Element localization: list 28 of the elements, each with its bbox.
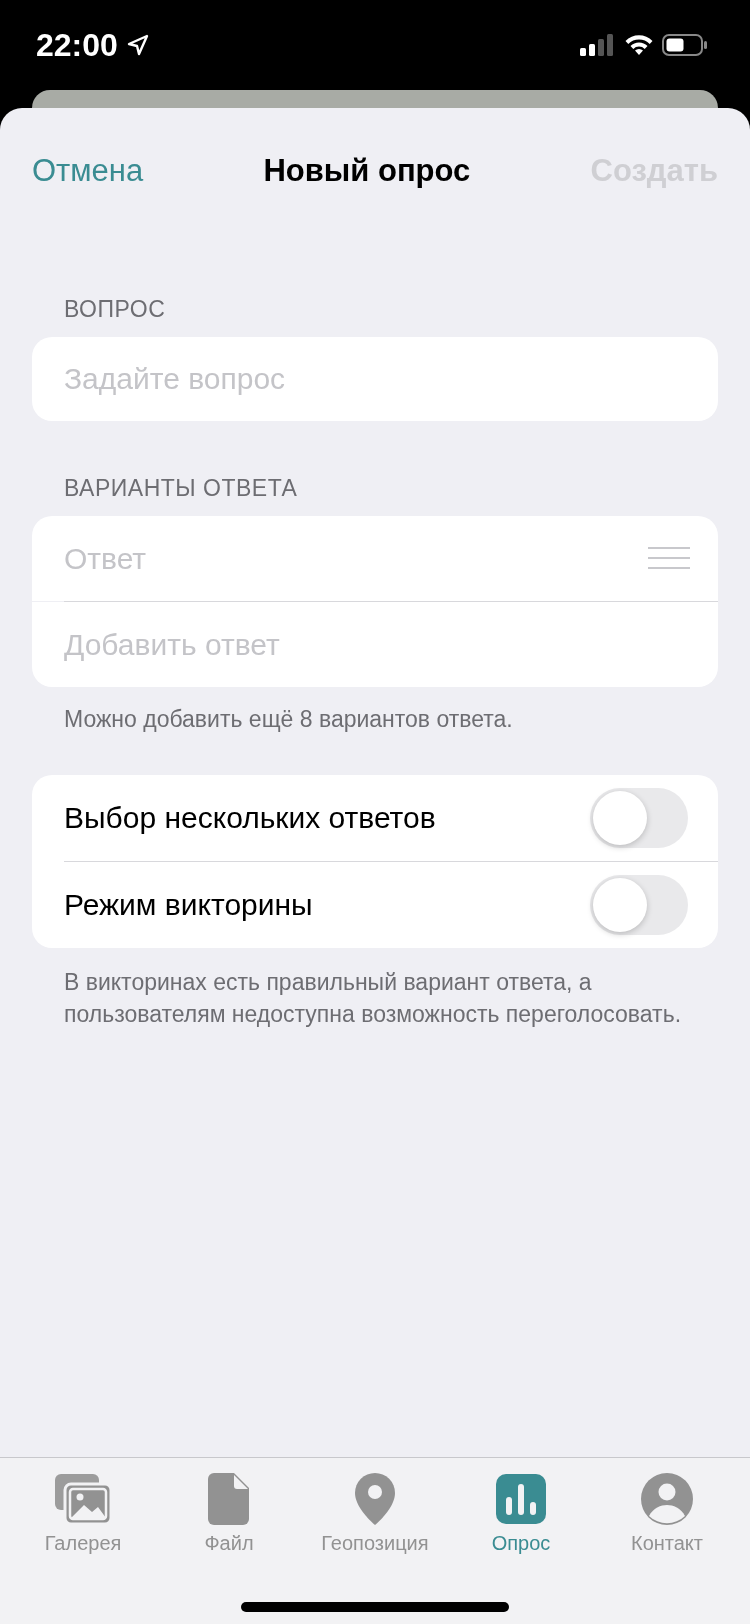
cancel-button[interactable]: Отмена: [32, 153, 144, 189]
location-arrow-icon: [125, 33, 150, 57]
hint-text: Можно добавить ещё 8 вариантов ответа.: [64, 705, 514, 734]
tab-item[interactable]: Контакт: [597, 1472, 737, 1624]
toggle-label: Режим викторины: [64, 888, 313, 923]
wifi-icon: [624, 34, 654, 56]
section-header: ВОПРОС: [64, 296, 167, 323]
bar-chart-icon: [496, 1472, 546, 1526]
question-field[interactable]: Задайте вопрос: [32, 337, 718, 421]
photos-icon: [53, 1472, 113, 1526]
toggle-switch[interactable]: [590, 875, 688, 936]
toggle-switch[interactable]: [590, 788, 688, 849]
status-time: 22:00: [36, 26, 118, 64]
tab-item[interactable]: Геопозиция: [305, 1472, 445, 1624]
toggle-label: Выбор нескольких ответов: [64, 801, 436, 836]
answer-field[interactable]: Ответ: [32, 516, 718, 601]
footnote-text: В викторинах есть правильный вариант ответа, а пользователям недоступна возможность переголосовать.: [64, 968, 683, 1030]
battery-icon: [662, 34, 708, 56]
sheet-title: Новый опрос: [263, 153, 471, 189]
reorder-icon[interactable]: [648, 546, 690, 570]
file-icon: [208, 1472, 250, 1526]
tab-item[interactable]: Галерея: [13, 1472, 153, 1624]
person-icon: [640, 1472, 694, 1526]
section-header: ВАРИАНТЫ ОТВЕТА: [64, 475, 299, 502]
answer-field[interactable]: Добавить ответ: [32, 602, 718, 687]
map-pin-icon: [354, 1472, 396, 1526]
tab-item[interactable]: Файл: [159, 1472, 299, 1624]
signal-icon: [580, 34, 616, 56]
